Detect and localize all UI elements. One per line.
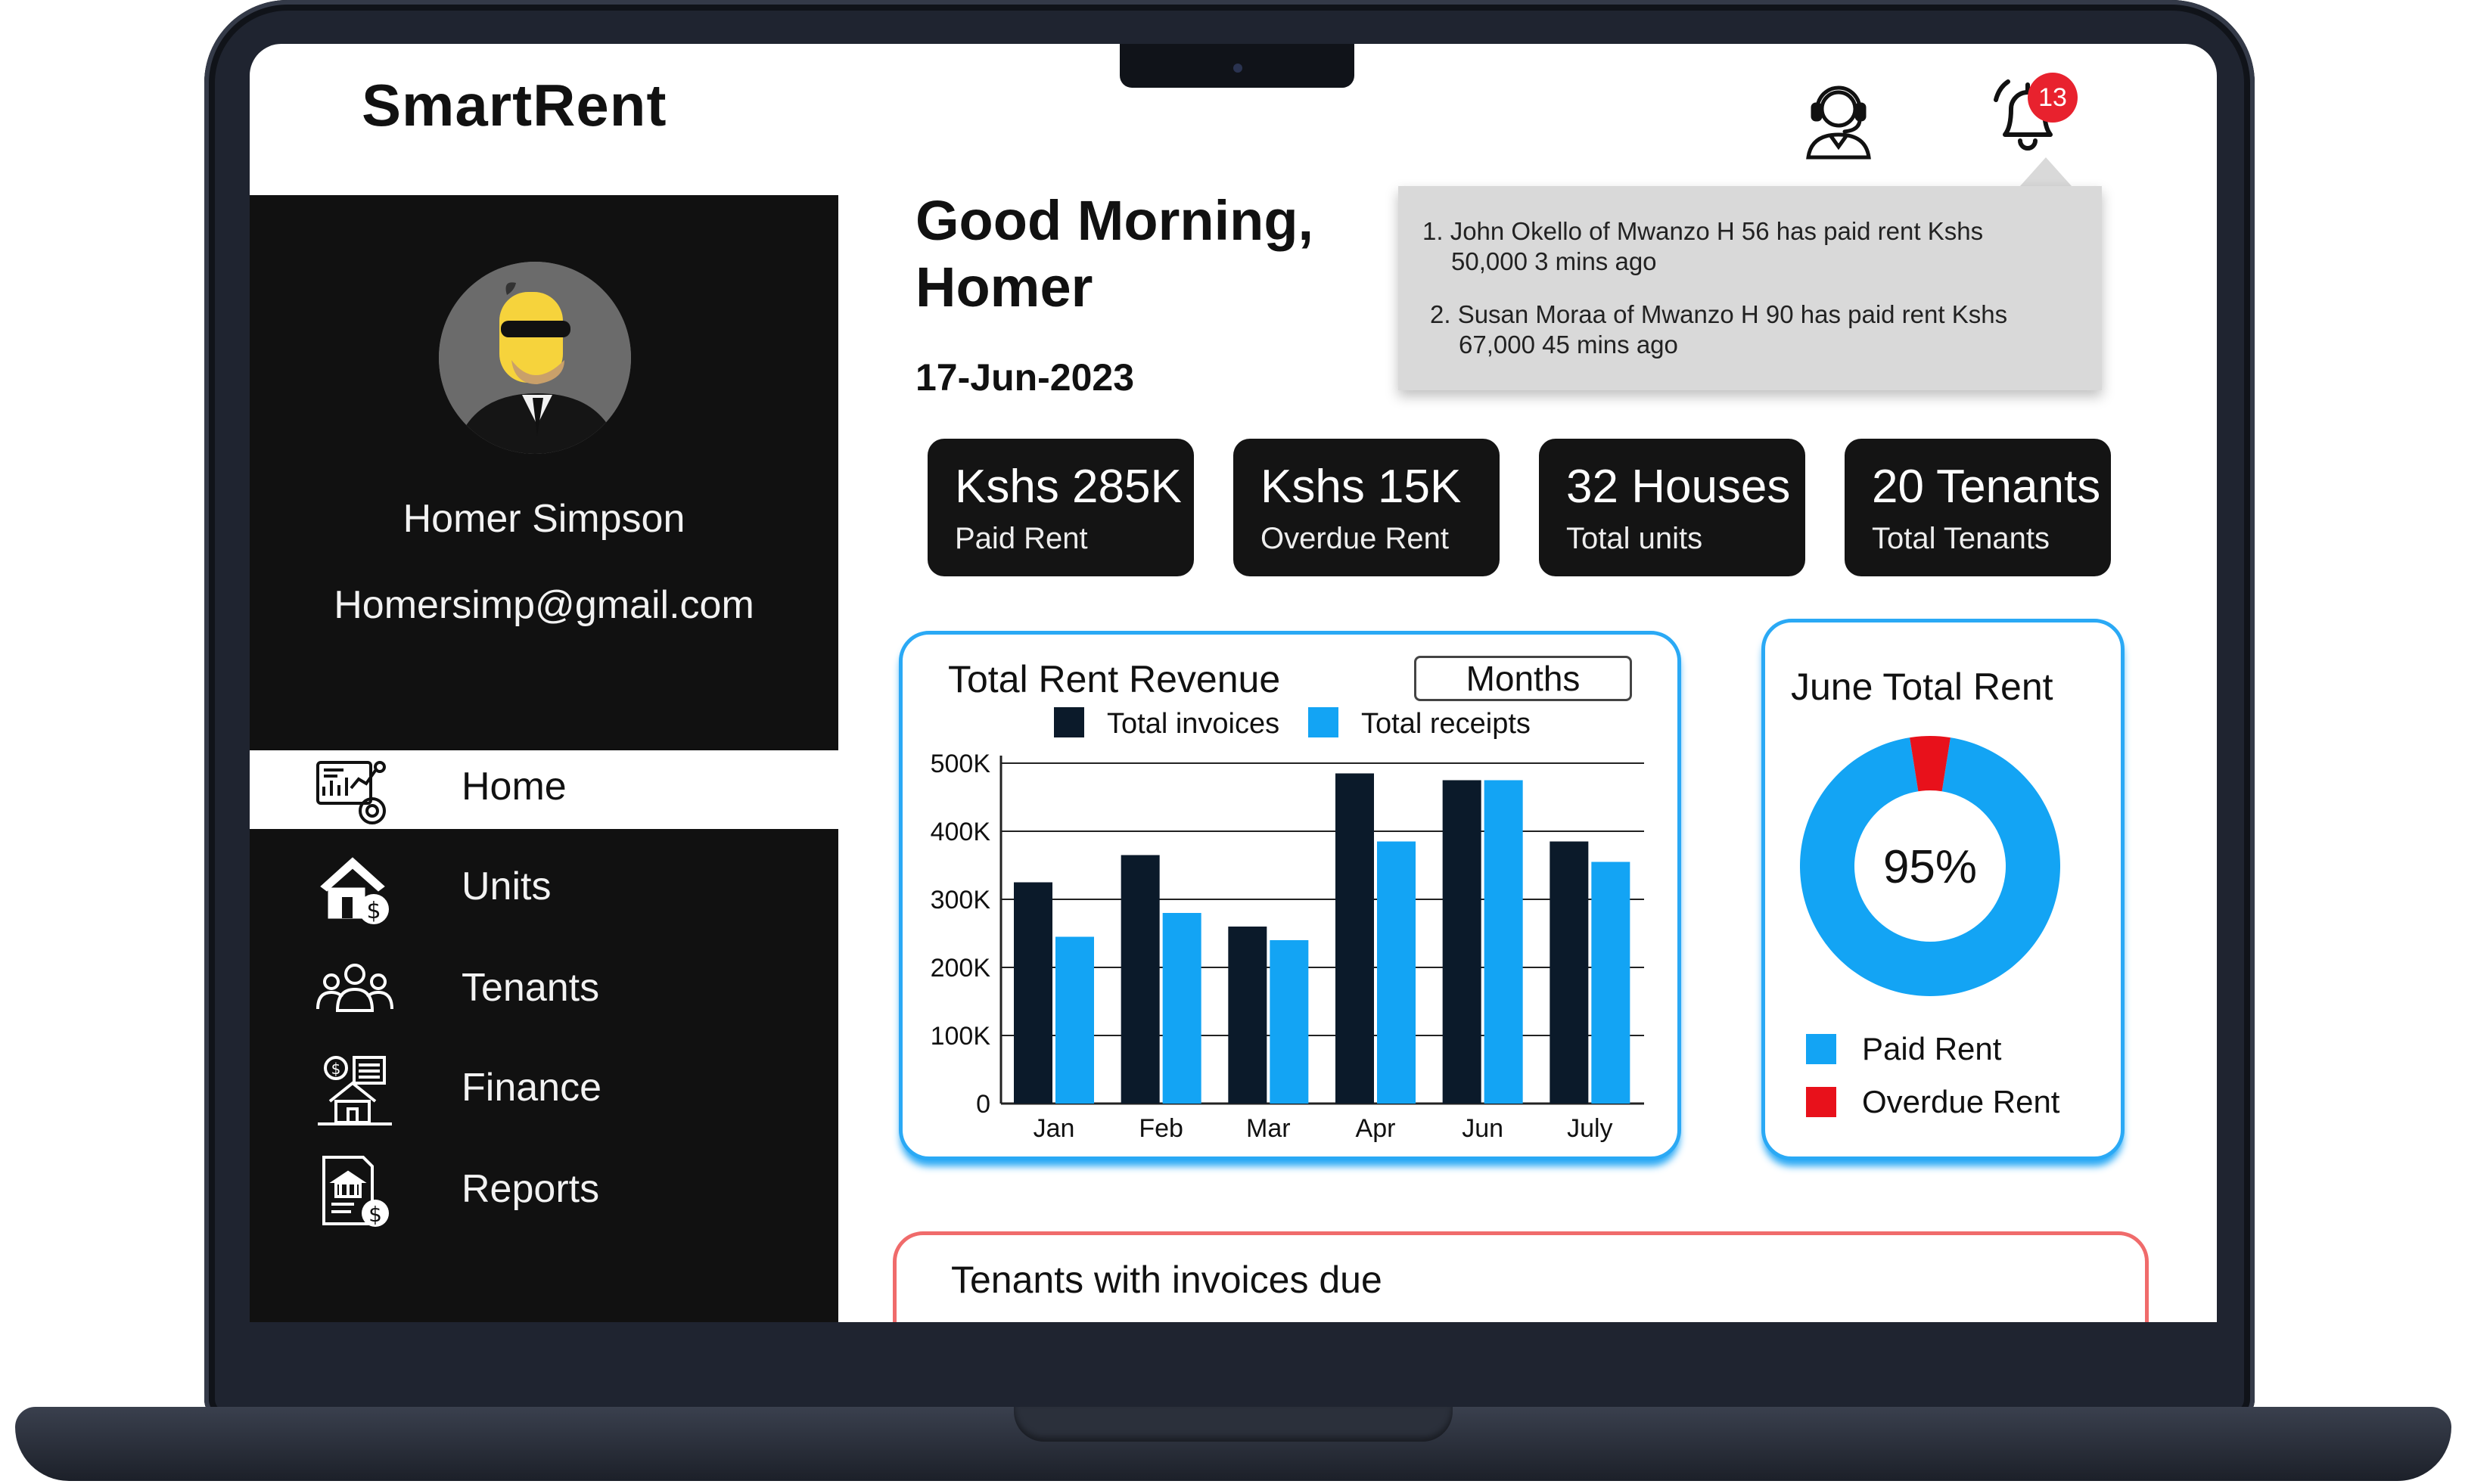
bar-invoices-feb[interactable] [1121, 855, 1160, 1104]
dashboard-icon [316, 761, 386, 824]
user-name: Homer Simpson [403, 497, 685, 541]
bar-invoices-jun[interactable] [1442, 780, 1481, 1104]
june-rent-card: June Total Rent 95% Paid Rent Overdue Re… [1761, 619, 2125, 1160]
user-email: Homersimp@gmail.com [334, 583, 754, 627]
greeting-line: Good Morning, [915, 189, 1314, 252]
legend-swatch-invoices [1054, 707, 1084, 737]
notification-pointer [2020, 157, 2072, 186]
x-tick-label: Mar [1246, 1114, 1291, 1143]
stat-label: Total units [1566, 522, 1703, 555]
bar-receipts-july[interactable] [1591, 862, 1630, 1104]
sidebar: Homer Simpson Homersimp@gmail.com Home $… [250, 195, 838, 1322]
revenue-bar-chart: 0 100K 200K 300K 400K 500K Jan Feb Mar Apr Jun July [931, 750, 1644, 1143]
donut-center-label: 95% [1883, 841, 1977, 893]
y-tick-label: 400K [931, 818, 991, 846]
sidebar-item-tenants[interactable]: Tenants [250, 952, 838, 1030]
finance-building-icon: $ [318, 1056, 392, 1125]
legend-paid-rent: Paid Rent [1806, 1031, 2001, 1067]
headset-support-icon[interactable] [1793, 73, 1884, 163]
legend-label: Overdue Rent [1862, 1084, 2060, 1119]
donut-title: June Total Rent [1791, 666, 2053, 708]
stat-card-paid-rent[interactable]: Kshs 285K Paid Rent [928, 439, 1194, 576]
report-document-icon: $ [322, 1156, 389, 1227]
nav-label: Units [462, 865, 552, 908]
legend-label: Total receipts [1361, 708, 1531, 740]
x-tick-label: Feb [1139, 1114, 1183, 1143]
greeting: Good Morning, Homer [915, 188, 1385, 321]
house-dollar-icon: $ [320, 857, 389, 924]
svg-text:$: $ [368, 1202, 382, 1227]
svg-text:$: $ [331, 1060, 341, 1078]
notification-item[interactable]: 2. Susan Moraa of Mwanzo H 90 has paid r… [1430, 300, 2007, 360]
x-tick-label: Jun [1462, 1114, 1503, 1143]
y-tick-label: 200K [931, 954, 991, 983]
nav-label: Reports [462, 1167, 600, 1211]
sidebar-item-home[interactable]: Home [250, 750, 838, 829]
bar-invoices-jan[interactable] [1014, 882, 1052, 1104]
legend-receipts: Total receipts [1308, 707, 1531, 740]
nav-label: Finance [462, 1066, 601, 1110]
people-group-icon [316, 964, 393, 1012]
legend-label: Paid Rent [1862, 1031, 2002, 1066]
user-avatar-illustration [439, 262, 631, 454]
months-filter-button[interactable]: Months [1414, 656, 1632, 701]
svg-text:$: $ [366, 898, 381, 924]
bar-invoices-mar[interactable] [1228, 927, 1267, 1104]
bar-receipts-mar[interactable] [1270, 940, 1309, 1104]
stat-card-total-tenants[interactable]: 20 Tenants Total Tenants [1845, 439, 2111, 576]
stat-label: Overdue Rent [1260, 522, 1450, 555]
notification-line: 67,000 45 mins ago [1459, 331, 1678, 359]
legend-swatch-receipts [1308, 707, 1338, 737]
app-screen: SmartRent 13 1. John Okello of Mwanzo H … [250, 44, 2217, 1322]
x-tick-label: Apr [1356, 1114, 1396, 1143]
notification-item[interactable]: 1. John Okello of Mwanzo H 56 has paid r… [1422, 216, 1983, 277]
nav-label: Tenants [462, 966, 600, 1010]
stat-value: Kshs 15K [1260, 461, 1462, 513]
avatar[interactable] [439, 262, 631, 454]
laptop-base-notch [1014, 1407, 1453, 1442]
legend-label: Total invoices [1107, 708, 1280, 740]
legend-overdue-rent: Overdue Rent [1806, 1084, 2059, 1120]
current-date: 17-Jun-2023 [915, 356, 1135, 399]
y-tick-label: 100K [931, 1022, 991, 1051]
revenue-chart-card: Total Rent Revenue Months Total invoices… [899, 631, 1681, 1160]
stat-label: Total Tenants [1872, 522, 2050, 555]
camera-icon [1233, 64, 1242, 73]
notification-panel: 1. John Okello of Mwanzo H 56 has paid r… [1398, 186, 2102, 390]
stat-value: 32 Houses [1566, 461, 1791, 513]
stat-card-overdue-rent[interactable]: Kshs 15K Overdue Rent [1233, 439, 1500, 576]
x-tick-label: Jan [1034, 1114, 1075, 1143]
sidebar-item-finance[interactable]: $ Finance [250, 1051, 838, 1130]
stat-value: Kshs 285K [955, 461, 1182, 513]
tenants-due-title: Tenants with invoices due [951, 1259, 1382, 1301]
greeting-name: Homer [915, 256, 1093, 318]
stat-value: 20 Tenants [1872, 461, 2101, 513]
bar-receipts-jun[interactable] [1484, 780, 1523, 1104]
bar-invoices-apr[interactable] [1335, 773, 1374, 1104]
legend-invoices: Total invoices [1054, 707, 1279, 740]
notification-line: 1. John Okello of Mwanzo H 56 has paid r… [1422, 217, 1984, 245]
app-title: SmartRent [362, 72, 667, 138]
legend-swatch-overdue [1806, 1087, 1836, 1117]
stat-card-total-units[interactable]: 32 Houses Total units [1539, 439, 1805, 576]
bar-invoices-july[interactable] [1550, 841, 1589, 1104]
bar-receipts-apr[interactable] [1377, 841, 1416, 1104]
bar-receipts-feb[interactable] [1162, 913, 1201, 1104]
sidebar-item-units[interactable]: $ Units [250, 850, 838, 929]
notification-line: 50,000 3 mins ago [1451, 247, 1657, 275]
stat-label: Paid Rent [955, 522, 1088, 555]
tenants-invoices-due-card: Tenants with invoices due [893, 1231, 2149, 1322]
y-tick-label: 500K [931, 750, 991, 778]
y-tick-label: 0 [976, 1090, 990, 1119]
legend-swatch-paid [1806, 1034, 1836, 1064]
notification-line: 2. Susan Moraa of Mwanzo H 90 has paid r… [1430, 300, 2008, 328]
june-rent-donut-chart: 95% [1800, 736, 2060, 996]
y-tick-label: 300K [931, 886, 991, 914]
bar-receipts-jan[interactable] [1055, 936, 1094, 1104]
nav-label: Home [462, 765, 567, 809]
chart-title: Total Rent Revenue [948, 658, 1281, 700]
x-tick-label: July [1567, 1114, 1612, 1143]
notification-count-badge[interactable]: 13 [2028, 73, 2078, 123]
sidebar-item-reports[interactable]: $ Reports [250, 1153, 838, 1231]
